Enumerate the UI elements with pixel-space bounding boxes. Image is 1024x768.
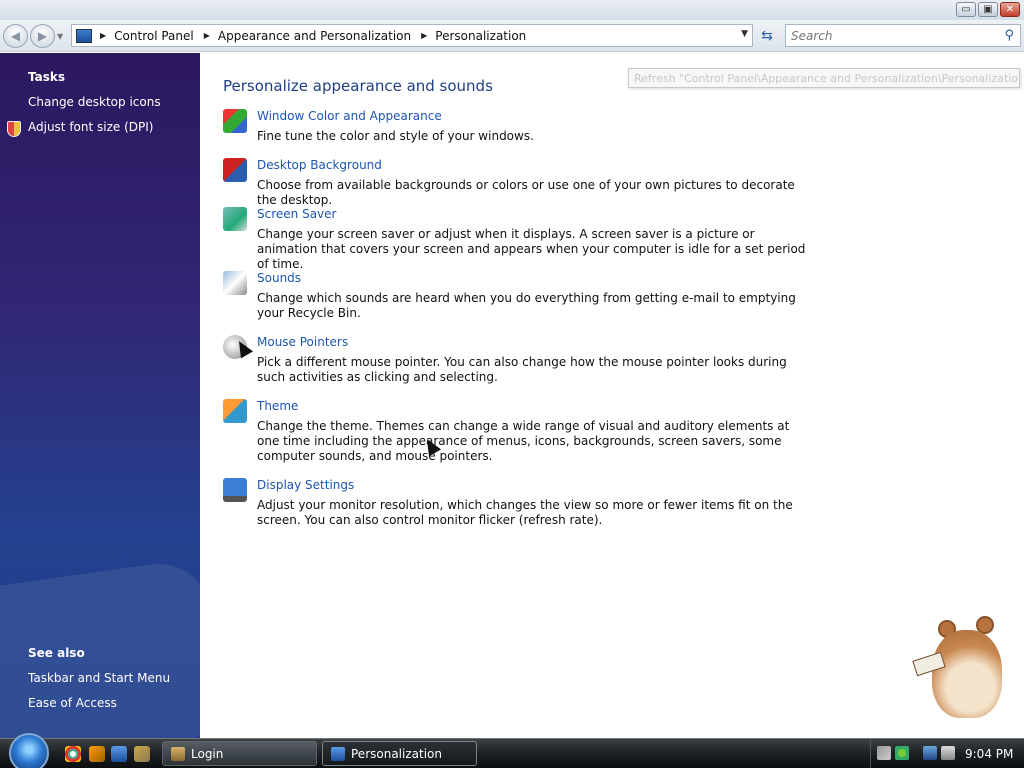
list-item: Screen Saver Change your screen saver or… — [223, 207, 813, 271]
ease-of-access-link[interactable]: Ease of Access — [28, 696, 117, 710]
desktop-background-link[interactable]: Desktop Background — [257, 158, 382, 172]
refresh-icon: ⇆ — [761, 28, 773, 44]
refresh-button[interactable]: ⇆ — [756, 25, 778, 47]
display-settings-icon — [223, 478, 247, 502]
back-arrow-icon: ◀ — [10, 29, 21, 43]
item-description: Change your screen saver or adjust when … — [257, 227, 806, 271]
breadcrumb-personalization[interactable]: Personalization — [435, 29, 526, 43]
breadcrumb-separator-icon[interactable]: ▶ — [100, 31, 106, 40]
quicklaunch-app-icon[interactable] — [89, 746, 105, 762]
tray-display-icon[interactable] — [923, 746, 937, 760]
list-item: Theme Change the theme. Themes can chang… — [223, 399, 813, 465]
navigation-bar: ◀ ▶ ▼ ▶ Control Panel ▶ Appearance and P… — [0, 20, 1024, 52]
display-settings-link[interactable]: Display Settings — [257, 478, 354, 492]
search-input[interactable] — [791, 25, 991, 46]
hamster-gadget[interactable] — [910, 612, 1010, 722]
item-description: Choose from available backgrounds or col… — [257, 178, 795, 207]
taskbar-start-menu-link[interactable]: Taskbar and Start Menu — [28, 671, 170, 685]
mouse-pointers-link[interactable]: Mouse Pointers — [257, 335, 348, 349]
taskbar: Login Personalization 9:04 PM — [0, 733, 1024, 768]
login-app-icon — [171, 746, 185, 761]
item-description: Change which sounds are heard when you d… — [257, 291, 796, 320]
taskbar-button-login[interactable]: Login — [162, 741, 317, 766]
close-button[interactable]: ✕ — [1000, 2, 1020, 17]
list-item: Sounds Change which sounds are heard whe… — [223, 271, 813, 323]
item-description: Change the theme. Themes can change a wi… — [257, 419, 790, 463]
recent-pages-dropdown[interactable]: ▼ — [57, 32, 63, 41]
tray-app-icon[interactable] — [877, 746, 891, 760]
minimize-button[interactable]: ▭ — [956, 2, 976, 17]
window-color-icon — [223, 109, 247, 133]
tasks-heading: Tasks — [28, 70, 66, 84]
window-controls: ▭ ▣ ✕ — [956, 2, 1020, 17]
screen-saver-icon — [223, 207, 247, 231]
taskbar-button-personalization[interactable]: Personalization — [322, 741, 477, 766]
sounds-icon — [223, 271, 247, 295]
page-title: Personalize appearance and sounds — [223, 77, 493, 95]
theme-link[interactable]: Theme — [257, 399, 298, 413]
tray-network-icon[interactable] — [895, 746, 909, 760]
chrome-icon[interactable] — [65, 746, 81, 762]
search-box[interactable]: ⚲ — [785, 24, 1021, 47]
sounds-link[interactable]: Sounds — [257, 271, 301, 285]
item-description: Pick a different mouse pointer. You can … — [257, 355, 787, 384]
screen-saver-link[interactable]: Screen Saver — [257, 207, 336, 221]
list-item: Window Color and Appearance Fine tune th… — [223, 109, 813, 145]
taskbar-label: Login — [191, 746, 224, 761]
forward-button[interactable]: ▶ — [30, 24, 55, 48]
sidebar: Tasks Change desktop icons Adjust font s… — [0, 53, 200, 738]
maximize-button[interactable]: ▣ — [978, 2, 998, 17]
window-titlebar: ▭ ▣ ✕ — [0, 0, 1024, 20]
uac-shield-icon — [7, 121, 21, 137]
theme-icon — [223, 399, 247, 423]
item-description: Adjust your monitor resolution, which ch… — [257, 498, 793, 527]
address-bar[interactable]: ▶ Control Panel ▶ Appearance and Persona… — [71, 24, 753, 47]
volume-muted-icon[interactable] — [941, 746, 955, 760]
breadcrumb-separator-icon[interactable]: ▶ — [204, 31, 210, 40]
see-also-heading: See also — [28, 646, 85, 660]
list-item: Display Settings Adjust your monitor res… — [223, 478, 813, 530]
personalization-app-icon — [331, 746, 345, 761]
address-dropdown-icon[interactable]: ▼ — [741, 29, 748, 39]
desktop-background-icon — [223, 158, 247, 182]
taskbar-label: Personalization — [351, 746, 442, 761]
switch-windows-icon[interactable] — [134, 746, 150, 762]
control-panel-icon — [76, 28, 92, 43]
refresh-tooltip: Refresh "Control Panel\Appearance and Pe… — [628, 68, 1020, 88]
breadcrumb-separator-icon[interactable]: ▶ — [421, 31, 427, 40]
item-description: Fine tune the color and style of your wi… — [257, 129, 534, 143]
start-button[interactable] — [9, 733, 49, 768]
forward-arrow-icon: ▶ — [37, 29, 48, 43]
show-desktop-icon[interactable] — [111, 746, 127, 762]
window-color-appearance-link[interactable]: Window Color and Appearance — [257, 109, 442, 123]
main-content: Personalize appearance and sounds Refres… — [200, 53, 1024, 738]
list-item: Desktop Background Choose from available… — [223, 158, 813, 207]
adjust-font-size-link[interactable]: Adjust font size (DPI) — [28, 120, 153, 134]
taskbar-clock[interactable]: 9:04 PM — [965, 747, 1013, 761]
back-button[interactable]: ◀ — [3, 24, 28, 48]
list-item: Mouse Pointers Pick a different mouse po… — [223, 335, 813, 387]
search-icon[interactable]: ⚲ — [1004, 28, 1014, 43]
change-desktop-icons-link[interactable]: Change desktop icons — [28, 95, 161, 109]
breadcrumb-control-panel[interactable]: Control Panel — [114, 29, 194, 43]
system-tray: 9:04 PM — [870, 739, 1024, 768]
hamster-body — [932, 630, 1002, 718]
breadcrumb-appearance-personalization[interactable]: Appearance and Personalization — [218, 29, 411, 43]
